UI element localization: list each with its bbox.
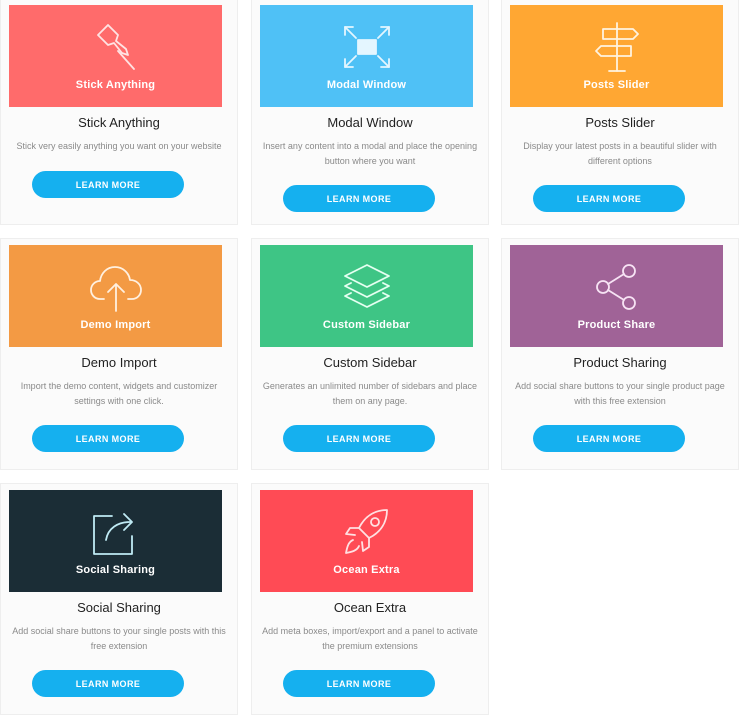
learn-more-button[interactable]: LEARN MORE <box>283 670 435 697</box>
card-description: Add social share buttons to your single … <box>515 381 725 406</box>
learn-more-button[interactable]: LEARN MORE <box>533 185 685 212</box>
card-ocean-extra: Ocean Extra Ocean Extra Add meta boxes, … <box>251 483 489 715</box>
cloud-upload-icon <box>88 259 144 315</box>
learn-more-button[interactable]: LEARN MORE <box>533 425 685 452</box>
banner-label: Posts Slider <box>583 79 650 91</box>
card-title: Custom Sidebar <box>323 355 417 370</box>
learn-more-button[interactable]: LEARN MORE <box>32 670 184 697</box>
banner-stick-anything: Stick Anything <box>9 5 222 107</box>
learn-more-button[interactable]: LEARN MORE <box>32 425 184 452</box>
expand-arrows-icon <box>339 19 395 75</box>
card-modal-window: Modal Window Modal Window Insert any con… <box>251 0 489 225</box>
card-title: Stick Anything <box>78 115 160 130</box>
signpost-icon <box>589 19 645 75</box>
card-demo-import: Demo Import Demo Import Import the demo … <box>0 238 238 470</box>
banner-label: Ocean Extra <box>333 564 400 576</box>
learn-more-button[interactable]: LEARN MORE <box>283 185 435 212</box>
banner-custom-sidebar: Custom Sidebar <box>260 245 473 347</box>
banner-label: Demo Import <box>80 319 151 331</box>
card-title: Demo Import <box>81 355 157 370</box>
card-description: Display your latest posts in a beautiful… <box>523 141 717 166</box>
card-description: Stick very easily anything you want on y… <box>16 141 222 151</box>
card-posts-slider: Posts Slider Posts Slider Display your l… <box>501 0 739 225</box>
rocket-icon <box>339 504 395 560</box>
card-stick-anything: Stick Anything Stick Anything Stick very… <box>0 0 238 225</box>
card-description: Add social share buttons to your single … <box>12 626 226 651</box>
banner-label: Social Sharing <box>75 564 156 576</box>
card-title: Modal Window <box>327 115 413 130</box>
card-description: Insert any content into a modal and plac… <box>262 141 478 166</box>
card-description: Add meta boxes, import/export and a pane… <box>262 626 478 651</box>
banner-demo-import: Demo Import <box>9 245 222 347</box>
banner-posts-slider: Posts Slider <box>510 5 723 107</box>
banner-label: Product Share <box>577 319 656 331</box>
pushpin-icon <box>88 19 144 75</box>
learn-more-button[interactable]: LEARN MORE <box>32 171 184 198</box>
banner-product-share: Product Share <box>510 245 723 347</box>
banner-label: Custom Sidebar <box>322 319 411 331</box>
share-arrow-box-icon <box>88 504 144 560</box>
card-description: Import the demo content, widgets and cus… <box>20 381 218 406</box>
banner-social-sharing: Social Sharing <box>9 490 222 592</box>
share-icon <box>589 259 645 315</box>
banner-ocean-extra: Ocean Extra <box>260 490 473 592</box>
card-title: Product Sharing <box>573 355 667 370</box>
card-product-sharing: Product Share Product Sharing Add social… <box>501 238 739 470</box>
banner-label: Stick Anything <box>75 79 156 91</box>
card-social-sharing: Social Sharing Social Sharing Add social… <box>0 483 238 715</box>
learn-more-button[interactable]: LEARN MORE <box>283 425 435 452</box>
banner-modal-window: Modal Window <box>260 5 473 107</box>
card-title: Posts Slider <box>585 115 655 130</box>
layers-icon <box>339 259 395 315</box>
card-custom-sidebar: Custom Sidebar Custom Sidebar Generates … <box>251 238 489 470</box>
card-title: Ocean Extra <box>333 600 407 615</box>
card-title: Social Sharing <box>77 600 161 615</box>
card-description: Generates an unlimited number of sidebar… <box>262 381 478 406</box>
banner-label: Modal Window <box>326 79 407 91</box>
